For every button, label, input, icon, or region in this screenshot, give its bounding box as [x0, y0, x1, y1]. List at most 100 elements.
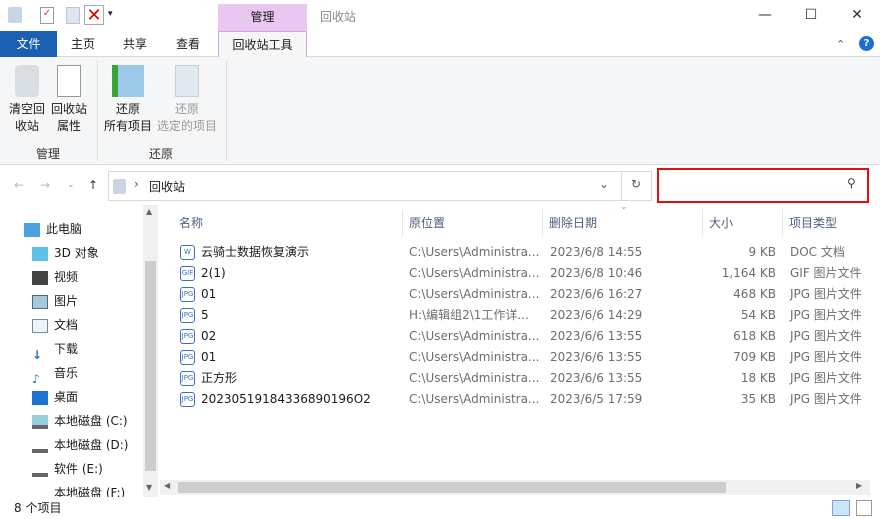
- qat-dropdown-icon[interactable]: ▾: [108, 9, 113, 19]
- file-type: JPG 图片文件: [790, 287, 862, 301]
- nav-pictures[interactable]: 图片: [32, 289, 78, 313]
- nav-documents[interactable]: 文档: [32, 313, 78, 337]
- refresh-icon[interactable]: ↻: [631, 177, 641, 191]
- label: 所有项目: [103, 119, 152, 133]
- new-folder-qat-icon[interactable]: [66, 7, 80, 24]
- tab-recycle-bin-tools[interactable]: 回收站工具: [218, 31, 307, 58]
- file-name: 5: [201, 308, 209, 322]
- details-view-icon[interactable]: [832, 500, 850, 516]
- horizontal-scrollbar[interactable]: ◀ ▶: [160, 480, 870, 495]
- search-input[interactable]: [665, 170, 835, 198]
- maximize-button[interactable]: ☐: [788, 0, 834, 30]
- drive-icon: [32, 487, 48, 497]
- label: 下载: [54, 342, 79, 356]
- file-size: 709 KB: [733, 350, 776, 364]
- group-label-manage: 管理: [36, 147, 61, 161]
- computer-icon: [24, 222, 40, 237]
- empty-recycle-bin-button[interactable]: 清空回 收站: [4, 65, 50, 135]
- scrollbar-thumb[interactable]: [145, 261, 156, 471]
- jpg-file-icon: JPG: [180, 329, 195, 344]
- sort-indicator-icon: ⌄: [620, 202, 628, 212]
- restore-selected-button[interactable]: 还原 选定的项目: [156, 65, 218, 135]
- address-path[interactable]: 回收站: [149, 178, 185, 195]
- column-header-original-location[interactable]: 原位置: [403, 210, 543, 236]
- nav-music[interactable]: ♪ 音乐: [32, 361, 78, 386]
- file-row[interactable]: JPG 5 H:\编辑组2\1工作详... 2023/6/6 14:29 54 K…: [170, 305, 870, 326]
- label: 收站: [14, 119, 39, 133]
- search-box[interactable]: ⚲: [657, 168, 869, 203]
- drive-icon: [32, 439, 48, 453]
- status-bar: 8 个项目: [0, 497, 880, 519]
- properties-icon: [57, 65, 81, 97]
- address-dropdown-icon[interactable]: ⌄: [599, 177, 609, 191]
- chevron-right-icon: ›: [134, 177, 139, 191]
- help-icon[interactable]: ?: [859, 36, 874, 51]
- scrollbar-thumb[interactable]: [178, 482, 726, 493]
- tab-share[interactable]: 共享: [112, 31, 158, 57]
- file-size: 18 KB: [740, 371, 776, 385]
- download-icon: ↓: [32, 347, 43, 362]
- drive-icon: [32, 463, 48, 477]
- file-row[interactable]: JPG 20230519184336890196O2 C:\Users\Admin…: [170, 389, 870, 410]
- item-count: 8 个项目: [14, 501, 62, 515]
- nav-3d-objects[interactable]: 3D 对象: [32, 241, 99, 265]
- empty-bin-icon: [15, 65, 39, 97]
- restore-all-button[interactable]: 还原 所有项目: [102, 65, 154, 135]
- nav-scrollbar[interactable]: ▲ ▼: [143, 205, 158, 497]
- label: 还原: [115, 102, 140, 116]
- address-bar[interactable]: › 回收站 ⌄ ↻: [108, 171, 652, 201]
- recycle-bin-properties-button[interactable]: 回收站 属性: [48, 65, 90, 135]
- date-deleted: 2023/6/5 17:59: [550, 392, 643, 406]
- column-header-size[interactable]: 大小: [703, 210, 783, 236]
- restore-all-icon: [112, 65, 144, 97]
- minimize-button[interactable]: —: [742, 0, 788, 30]
- column-header-name[interactable]: 名称: [173, 210, 403, 236]
- tab-view[interactable]: 查看: [165, 31, 211, 57]
- video-icon: [32, 270, 48, 285]
- divider: [621, 172, 622, 200]
- file-row[interactable]: W 云骑士数据恢复演示 C:\Users\Administra... 2023/6…: [170, 242, 870, 263]
- delete-qat-icon[interactable]: ✕: [84, 5, 104, 26]
- file-type: JPG 图片文件: [790, 392, 862, 406]
- file-row[interactable]: JPG 01 C:\Users\Administra... 2023/6/6 16…: [170, 284, 870, 305]
- date-deleted: 2023/6/8 14:55: [550, 245, 643, 259]
- original-location: C:\Users\Administra...: [409, 392, 540, 406]
- nav-desktop[interactable]: 桌面: [32, 385, 78, 409]
- recent-locations-icon[interactable]: ⌄: [67, 180, 75, 190]
- nav-this-pc[interactable]: 此电脑: [24, 217, 82, 241]
- collapse-ribbon-icon[interactable]: ⌃: [836, 38, 845, 51]
- column-header-date-deleted[interactable]: 删除日期: [543, 210, 703, 236]
- original-location: C:\Users\Administra...: [409, 266, 540, 280]
- back-button[interactable]: ←: [14, 178, 24, 192]
- divider: [226, 61, 227, 161]
- nav-downloads[interactable]: ↓ 下载: [32, 337, 79, 362]
- nav-videos[interactable]: 视频: [32, 265, 78, 289]
- tab-file[interactable]: 文件: [0, 31, 57, 57]
- file-row[interactable]: JPG 正方形 C:\Users\Administra... 2023/6/6 1…: [170, 368, 870, 389]
- navigation-pane: 此电脑 3D 对象 视频 图片 文档 ↓ 下载 ♪ 音乐 桌面 本地磁盘 (C:) …: [0, 205, 158, 497]
- label: 本地磁盘 (F:): [54, 486, 126, 497]
- file-size: 468 KB: [733, 287, 776, 301]
- label: 还原: [174, 102, 199, 116]
- up-button[interactable]: ↑: [88, 178, 98, 192]
- file-row[interactable]: JPG 02 C:\Users\Administra... 2023/6/6 13…: [170, 326, 870, 347]
- properties-qat-icon[interactable]: ✓: [40, 7, 54, 24]
- close-button[interactable]: ✕: [834, 0, 880, 30]
- nav-drive-c[interactable]: 本地磁盘 (C:): [32, 409, 128, 433]
- file-size: 9 KB: [748, 245, 776, 259]
- column-header-type[interactable]: 项目类型: [783, 210, 873, 236]
- tab-home[interactable]: 主页: [60, 31, 106, 57]
- nav-drive-d[interactable]: 本地磁盘 (D:): [32, 433, 128, 457]
- desktop-icon: [32, 390, 48, 405]
- forward-button[interactable]: →: [40, 178, 50, 192]
- context-tab-manage: 管理: [218, 4, 307, 31]
- nav-drive-f[interactable]: 本地磁盘 (F:): [32, 481, 125, 497]
- original-location: H:\编辑组2\1工作详...: [409, 308, 529, 322]
- original-location: C:\Users\Administra...: [409, 371, 540, 385]
- original-location: C:\Users\Administra...: [409, 329, 540, 343]
- nav-drive-e[interactable]: 软件 (E:): [32, 457, 103, 481]
- file-row[interactable]: JPG 01 C:\Users\Administra... 2023/6/6 13…: [170, 347, 870, 368]
- large-icons-view-icon[interactable]: [856, 500, 872, 516]
- file-size: 35 KB: [740, 392, 776, 406]
- file-row[interactable]: GIF 2(1) C:\Users\Administra... 2023/6/8 …: [170, 263, 870, 284]
